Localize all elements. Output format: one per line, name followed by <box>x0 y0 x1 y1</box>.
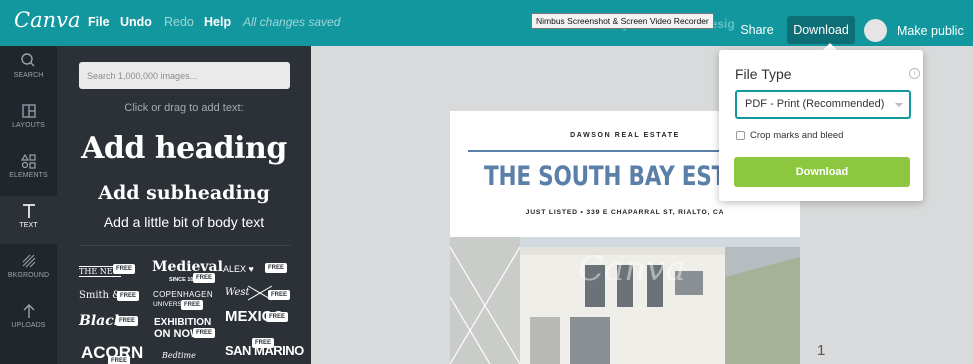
rail-item-background[interactable]: BKGROUND <box>0 246 57 294</box>
crop-marks-label[interactable]: Crop marks and bleed <box>750 130 843 141</box>
file-type-selected: PDF - Print (Recommended) <box>745 98 885 110</box>
canva-watermark: Canva <box>578 249 686 289</box>
tile-text: ALEX ♥ <box>223 264 254 274</box>
tile-text: EXHIBITION <box>154 317 212 328</box>
rail-item-layouts[interactable]: LAYOUTS <box>0 96 57 144</box>
text-icon <box>22 204 35 218</box>
rail-item-elements[interactable]: ELEMENTS <box>0 146 57 194</box>
free-badge: FREE <box>117 291 140 301</box>
rail-item-text[interactable]: TEXT <box>0 196 57 244</box>
free-badge: FREE <box>268 290 291 300</box>
tile-text: COPENHAGEN <box>153 290 213 299</box>
canva-editor: Canva File Undo Redo Help All changes sa… <box>0 0 973 364</box>
redo-button[interactable]: Redo <box>164 15 194 29</box>
add-heading-option[interactable]: Add heading <box>57 131 311 166</box>
canva-logo[interactable]: Canva <box>14 8 81 32</box>
rail-label-background: BKGROUND <box>7 272 50 279</box>
panel-divider <box>79 245 290 246</box>
free-badge: FREE <box>116 316 139 326</box>
add-subheading-option[interactable]: Add subheading <box>57 182 311 204</box>
free-badge: FREE <box>113 264 136 274</box>
avatar[interactable] <box>864 19 887 42</box>
make-public-button[interactable]: Make public <box>897 24 964 38</box>
file-type-label: File Type <box>735 66 792 82</box>
confirm-download-button[interactable]: Download <box>734 157 910 187</box>
file-type-select[interactable]: PDF - Print (Recommended) <box>735 90 911 119</box>
top-bar: Canva File Undo Redo Help All changes sa… <box>0 0 973 46</box>
tile-text: Smith & <box>79 290 122 301</box>
elements-icon <box>20 153 36 169</box>
rail-label-text: TEXT <box>19 222 38 229</box>
flyer-headline[interactable]: THE SOUTH BAY EST <box>484 161 726 192</box>
info-icon[interactable]: i <box>909 68 920 79</box>
rail-label-search: SEARCH <box>13 72 44 79</box>
upload-icon <box>23 304 34 318</box>
flyer-address[interactable]: JUST LISTED • 339 E CHAPARRAL ST, RIALTO… <box>450 209 800 216</box>
flyer-house-photo[interactable]: Canva <box>450 237 800 364</box>
chevron-down-icon <box>895 103 903 107</box>
rail-label-elements: ELEMENTS <box>9 172 48 179</box>
download-dropdown: File Type i PDF - Print (Recommended) Cr… <box>719 50 923 201</box>
extension-tooltip: Nimbus Screenshot & Screen Video Recorde… <box>531 13 714 29</box>
free-badge: FREE <box>108 356 131 364</box>
free-badge: FREE <box>193 328 216 338</box>
rail-item-search[interactable]: SEARCH <box>0 46 57 94</box>
share-button[interactable]: Share <box>734 16 780 44</box>
undo-button[interactable]: Undo <box>120 15 152 29</box>
download-button[interactable]: Download <box>787 16 855 44</box>
tile-text: Bedtime <box>162 351 196 360</box>
left-rail: SEARCH LAYOUTS ELEMENTS TEXT BKGROUND UP… <box>0 46 57 364</box>
free-badge: FREE <box>193 273 216 283</box>
free-badge: FREE <box>265 263 288 273</box>
background-icon <box>22 254 35 268</box>
rail-label-uploads: UPLOADS <box>11 322 46 329</box>
add-body-text-option[interactable]: Add a little bit of body text <box>57 214 311 230</box>
layouts-icon <box>21 104 36 118</box>
image-search-input[interactable] <box>79 62 290 89</box>
file-menu[interactable]: File <box>88 15 110 29</box>
free-badge: FREE <box>252 338 275 348</box>
save-status: All changes saved <box>243 15 341 29</box>
free-badge: FREE <box>181 300 204 310</box>
rail-item-uploads[interactable]: UPLOADS <box>0 296 57 344</box>
help-menu[interactable]: Help <box>204 15 231 29</box>
search-icon <box>20 53 34 67</box>
rail-label-layouts: LAYOUTS <box>12 122 45 129</box>
free-badge: FREE <box>266 312 289 322</box>
panel-hint: Click or drag to add text: <box>124 102 244 114</box>
crop-marks-checkbox[interactable] <box>736 131 745 140</box>
page-number: 1 <box>817 342 826 359</box>
text-panel: Click or drag to add text: Add heading A… <box>57 46 311 364</box>
